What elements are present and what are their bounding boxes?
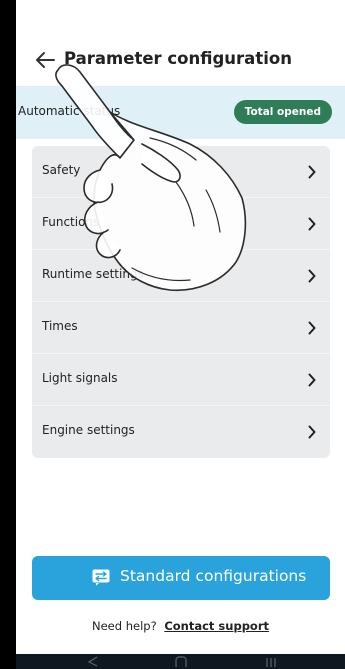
header: Parameter configuration [16,0,345,86]
chevron-right-icon [308,425,316,439]
configuration-list-icon [92,569,110,586]
chevron-right-icon [308,269,316,283]
standard-configurations-label: Standard configurations [120,567,307,585]
back-nav-icon[interactable] [86,656,100,667]
status-bar: Automatic status Total opened [16,86,345,139]
recents-nav-icon[interactable] [264,656,278,667]
menu-item-runtime-settings[interactable]: Runtime settings [32,250,330,302]
chevron-right-icon [308,373,316,387]
app-screen: Parameter configuration Automatic status… [16,0,345,669]
contact-support-link[interactable]: Contact support [164,619,269,633]
menu-item-engine-settings[interactable]: Engine settings [32,406,330,458]
status-label: Automatic status [18,104,121,118]
system-navigation-bar [16,654,345,669]
menu-item-safety[interactable]: Safety [32,146,330,198]
chevron-right-icon [308,217,316,231]
menu-item-label: Times [42,319,78,333]
chevron-right-icon [308,321,316,335]
help-text: Need help? [92,619,157,633]
phone-frame: Parameter configuration Automatic status… [0,0,345,669]
page-title: Parameter configuration [64,49,292,68]
home-nav-icon[interactable] [174,656,188,667]
menu-item-times[interactable]: Times [32,302,330,354]
settings-menu: Safety Functions Runtime settings Times … [32,146,330,458]
menu-item-light-signals[interactable]: Light signals [32,354,330,406]
menu-item-label: Functions [42,215,100,229]
menu-item-label: Engine settings [42,423,135,437]
status-badge: Total opened [233,100,332,124]
chevron-right-icon [308,165,316,179]
menu-item-label: Light signals [42,371,118,385]
arrow-left-icon[interactable] [34,50,56,70]
menu-item-label: Runtime settings [42,267,144,281]
standard-configurations-button[interactable]: Standard configurations [32,556,330,600]
menu-item-label: Safety [42,163,81,177]
help-line: Need help? Contact support [16,619,345,633]
menu-item-functions[interactable]: Functions [32,198,330,250]
